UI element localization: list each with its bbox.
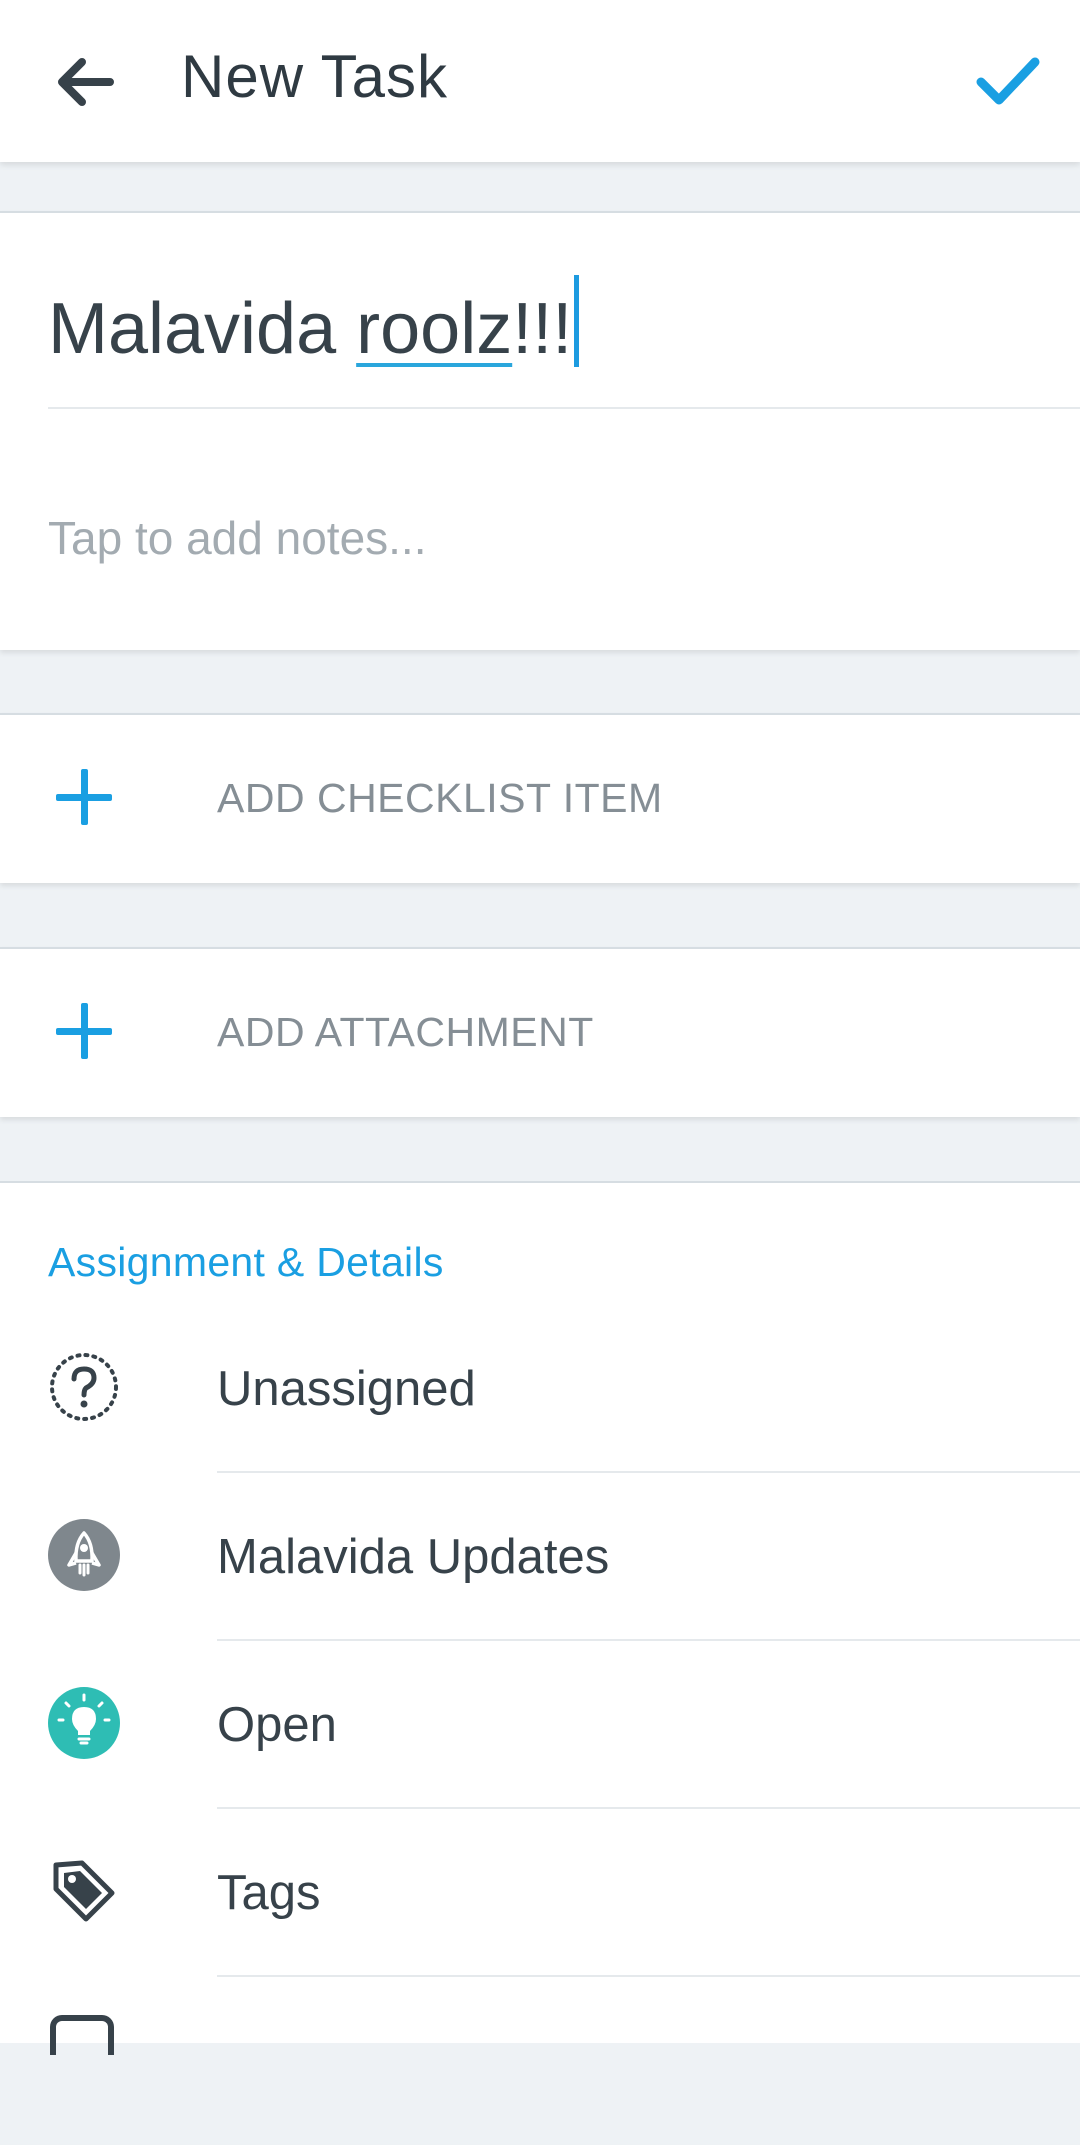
task-title-text: Malavida	[48, 289, 357, 369]
page-title: New Task	[181, 43, 448, 110]
tag-icon	[48, 1855, 120, 1927]
plus-icon	[52, 999, 116, 1063]
text-cursor	[574, 275, 580, 367]
notes-input[interactable]: Tap to add notes...	[48, 511, 427, 565]
add-checklist-item-label: ADD CHECKLIST ITEM	[217, 775, 663, 821]
project-row[interactable]: Malavida Updates	[0, 1473, 1080, 1641]
spellcheck-underlined-word: roolz	[356, 289, 513, 369]
checkmark-icon	[976, 57, 1040, 105]
status-label: Open	[217, 1698, 337, 1752]
tags-label: Tags	[217, 1866, 321, 1920]
lightbulb-status-icon	[48, 1687, 120, 1759]
add-attachment-button[interactable]: ADD ATTACHMENT	[0, 947, 1080, 1117]
tags-row[interactable]: Tags	[0, 1809, 1080, 1977]
title-divider	[48, 407, 1080, 409]
save-task-button[interactable]	[972, 48, 1044, 114]
assignment-details-card: Assignment & Details Unassigned Malavida…	[0, 1181, 1080, 2055]
assignee-label: Unassigned	[217, 1362, 476, 1416]
rocket-project-icon	[48, 1519, 120, 1591]
app-bar: New Task	[0, 0, 1080, 162]
arrow-left-icon	[58, 58, 114, 106]
assignee-row[interactable]: Unassigned	[0, 1305, 1080, 1473]
task-title-input[interactable]: Malavida roolz!!!	[48, 275, 580, 370]
unassigned-user-icon	[48, 1351, 120, 1423]
back-button[interactable]	[52, 50, 116, 114]
project-label: Malavida Updates	[217, 1530, 610, 1584]
task-title-suffix: !!!	[512, 289, 573, 369]
next-detail-row[interactable]	[0, 1977, 1080, 2145]
status-row[interactable]: Open	[0, 1641, 1080, 1809]
calendar-icon	[50, 2015, 114, 2055]
plus-icon	[52, 765, 116, 829]
section-heading: Assignment & Details	[48, 1239, 444, 1285]
task-editor-card: Malavida roolz!!! Tap to add notes...	[0, 211, 1080, 650]
add-attachment-label: ADD ATTACHMENT	[217, 1009, 594, 1055]
add-checklist-item-button[interactable]: ADD CHECKLIST ITEM	[0, 713, 1080, 883]
